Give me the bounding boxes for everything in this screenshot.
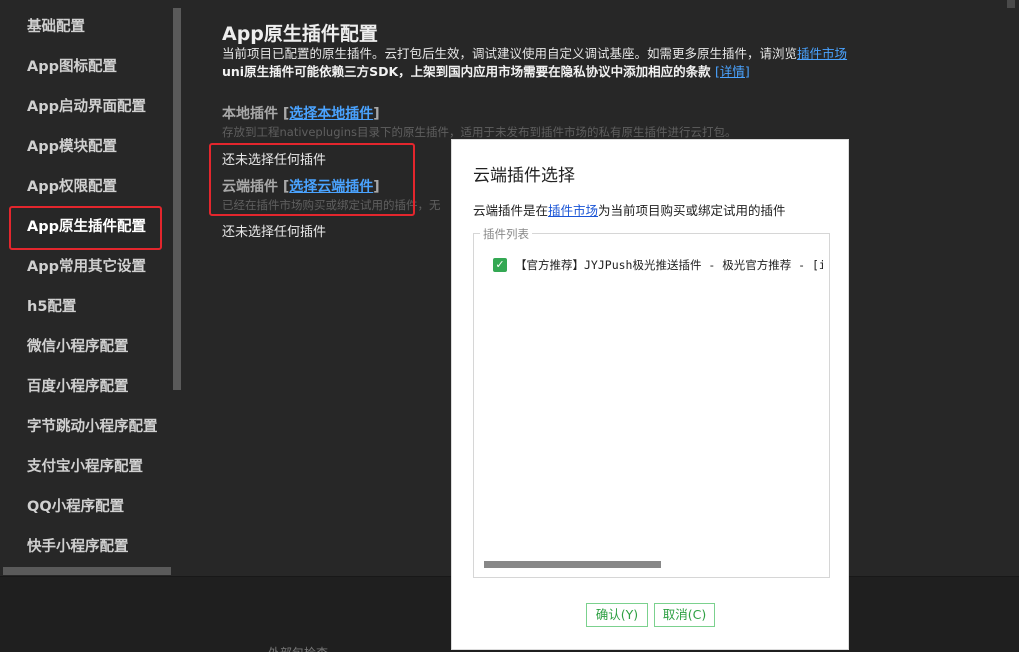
- page-title: App原生插件配置: [222, 23, 378, 45]
- main-vertical-scrollbar[interactable]: [1007, 0, 1015, 8]
- plugin-list-horizontal-scrollbar[interactable]: [484, 561, 661, 568]
- settings-sidebar: 基础配置 App图标配置 App启动界面配置 App模块配置 App权限配置 App原生插…: [0, 0, 182, 576]
- sidebar-item[interactable]: App权限配置: [12, 167, 162, 207]
- dialog-title: 云端插件选择: [473, 166, 575, 186]
- page-description: 当前项目已配置的原生插件。云打包后生效，调试建议使用自定义调试基座。如需更多原生…: [222, 43, 847, 62]
- sidebar-horizontal-scrollbar[interactable]: [3, 567, 171, 575]
- cancel-button[interactable]: 取消(C): [654, 603, 715, 627]
- dialog-desc-prefix: 云端插件是在: [473, 203, 549, 218]
- sidebar-item[interactable]: 快手小程序配置: [12, 527, 162, 567]
- select-local-plugin-link[interactable]: 选择本地插件: [289, 106, 373, 122]
- sidebar-item[interactable]: 百度小程序配置: [12, 367, 162, 407]
- page-description-text: 当前项目已配置的原生插件。云打包后生效，调试建议使用自定义调试基座。如需更多原生…: [222, 46, 798, 61]
- annotation-highlight-box: [209, 143, 415, 216]
- cloud-plugins-empty: 还未选择任何插件: [222, 225, 327, 240]
- local-plugins-heading: 本地插件 [选择本地插件]: [222, 103, 380, 123]
- sidebar-item[interactable]: App启动界面配置: [12, 87, 162, 127]
- sidebar-item[interactable]: 微信小程序配置: [12, 327, 162, 367]
- privacy-notice-text: uni原生插件可能依赖三方SDK，上架到国内应用市场需要在隐私协议中添加相应的条…: [222, 64, 711, 79]
- sidebar-item[interactable]: 字节跳动小程序配置: [12, 407, 162, 447]
- sidebar-item[interactable]: 基础配置: [12, 7, 162, 47]
- local-plugins-title: 本地插件: [222, 106, 278, 122]
- sidebar-item[interactable]: QQ小程序配置: [12, 487, 162, 527]
- dialog-plugin-market-link[interactable]: 插件市场: [548, 203, 598, 218]
- sidebar-item[interactable]: 支付宝小程序配置: [12, 447, 162, 487]
- plugin-label: 【官方推荐】JYJPush极光推送插件 - 极光官方推荐 - [i: [515, 258, 823, 272]
- sidebar-item[interactable]: App图标配置: [12, 47, 162, 87]
- plugin-market-link[interactable]: 插件市场: [797, 46, 847, 61]
- bottom-panel-text: 外部包检查: [268, 644, 328, 652]
- local-bracket-close: ]: [373, 106, 380, 122]
- privacy-notice: uni原生插件可能依赖三方SDK，上架到国内应用市场需要在隐私协议中添加相应的条…: [222, 61, 750, 80]
- local-plugins-hint: 存放到工程nativeplugins目录下的原生插件，适用于未发布到插件市场的私…: [222, 125, 737, 139]
- privacy-details-link[interactable]: [详情]: [715, 64, 750, 79]
- plugin-list-item[interactable]: ✓ 【官方推荐】JYJPush极光推送插件 - 极光官方推荐 - [i: [493, 257, 823, 275]
- sidebar-item[interactable]: App常用其它设置: [12, 247, 162, 287]
- sidebar-vertical-scrollbar[interactable]: [173, 8, 181, 390]
- dialog-desc-suffix: 为当前项目购买或绑定试用的插件: [598, 203, 786, 218]
- confirm-button[interactable]: 确认(Y): [586, 603, 648, 627]
- sidebar-item[interactable]: h5配置: [12, 287, 162, 327]
- cloud-plugin-dialog: 云端插件选择 云端插件是在插件市场为当前项目购买或绑定试用的插件 插件列表 ✓ 【…: [451, 139, 849, 650]
- plugin-list-group: 插件列表 ✓ 【官方推荐】JYJPush极光推送插件 - 极光官方推荐 - [i: [473, 226, 830, 578]
- sidebar-item[interactable]: App原生插件配置: [9, 206, 162, 250]
- plugin-checkbox[interactable]: ✓: [493, 258, 507, 272]
- dialog-description: 云端插件是在插件市场为当前项目购买或绑定试用的插件: [473, 200, 786, 219]
- sidebar-item[interactable]: App模块配置: [12, 127, 162, 167]
- plugin-list-legend: 插件列表: [480, 226, 532, 242]
